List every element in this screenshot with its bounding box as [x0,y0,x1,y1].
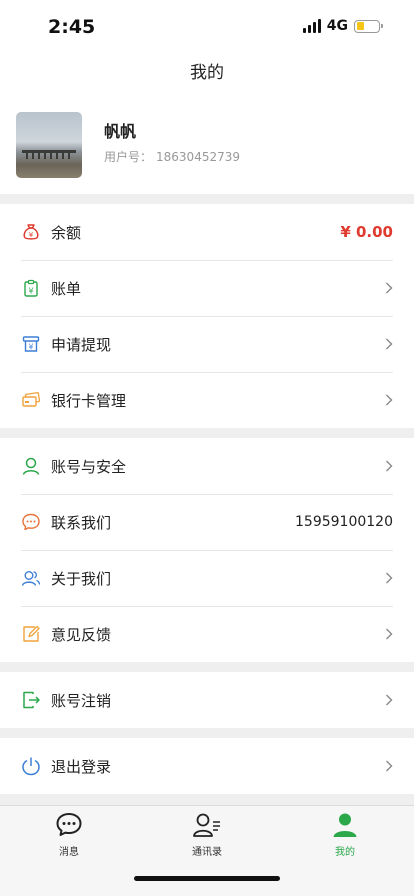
tab-mine-label: 我的 [335,847,355,858]
profile-name: 帆帆 [104,122,137,141]
contact-row[interactable]: 联系我们 15959100120 [0,494,414,550]
withdraw-row[interactable]: ¥ 申请提现 [0,316,414,372]
user-filled-icon [331,813,359,842]
bill-row[interactable]: ¥ 账单 [0,260,414,316]
contact-phone: 15959100120 [295,514,393,530]
tab-messages-label: 消息 [59,847,79,858]
chevron-right-icon [379,694,393,706]
logout-label: 退出登录 [51,757,112,776]
user-icon [21,456,41,476]
cancel-account-label: 账号注销 [51,691,112,710]
profile-card[interactable]: 帆帆 用户号： 18630452739 [0,90,414,194]
tab-contacts[interactable]: 通讯录 [167,812,247,858]
chevron-right-icon [379,394,393,406]
about-row[interactable]: 关于我们 [0,550,414,606]
about-label: 关于我们 [51,569,112,588]
moneybag-icon: ¥ [21,222,41,242]
security-label: 账号与安全 [51,457,127,476]
bankcard-row[interactable]: 银行卡管理 [0,372,414,428]
bill-icon: ¥ [21,278,41,298]
users-icon [21,568,41,588]
chevron-right-icon [379,460,393,472]
tab-messages[interactable]: 消息 [29,812,109,858]
status-time: 2:45 [48,16,96,38]
chevron-right-icon [379,572,393,584]
page-title: 我的 [0,56,414,90]
wallet-group: ¥ 余额 ¥ 0.00 ¥ 账单 ¥ 申请提现 银行卡管理 [0,204,414,428]
chevron-right-icon [379,338,393,350]
settings-group: 账号与安全 联系我们 15959100120 关于我们 意见反馈 [0,438,414,662]
uid-value: 18630452739 [156,150,240,164]
svg-text:¥: ¥ [29,231,34,239]
profile-uid: 用户号： 18630452739 [104,148,240,165]
uid-label: 用户号： [104,150,153,164]
exit-icon [21,690,41,710]
home-indicator [134,876,280,881]
chevron-right-icon [379,282,393,294]
svg-text:¥: ¥ [29,343,34,352]
signal-icon [302,19,321,33]
cancel-account-row[interactable]: 账号注销 [0,672,414,728]
power-icon [21,756,41,776]
bankcard-icon [21,390,41,410]
bill-label: 账单 [51,279,82,298]
logout-row[interactable]: 退出登录 [0,738,414,794]
chevron-right-icon [379,628,393,640]
status-bar: 2:45 4G [0,0,414,56]
chevron-right-icon [379,760,393,772]
contact-label: 联系我们 [51,513,112,532]
chat-icon [55,813,83,842]
security-row[interactable]: 账号与安全 [0,438,414,494]
battery-icon [354,19,383,33]
status-indicators: 4G [302,18,383,34]
balance-label: 余额 [51,223,82,242]
tab-bar: 消息 通讯录 我的 [0,805,414,896]
svg-text:¥: ¥ [28,287,33,296]
network-type: 4G [326,18,348,34]
withdraw-label: 申请提现 [51,335,112,354]
logout-group: 退出登录 [0,738,414,794]
balance-row[interactable]: ¥ 余额 ¥ 0.00 [0,204,414,260]
withdraw-icon: ¥ [21,334,41,354]
contacts-icon [192,813,222,842]
account-cancel-group: 账号注销 [0,672,414,728]
chat-bubble-icon [21,512,41,532]
feedback-label: 意见反馈 [51,625,112,644]
bankcard-label: 银行卡管理 [51,391,127,410]
edit-icon [21,624,41,644]
balance-value: ¥ 0.00 [340,223,393,241]
feedback-row[interactable]: 意见反馈 [0,606,414,662]
tab-mine[interactable]: 我的 [305,812,385,858]
avatar[interactable] [16,112,82,178]
tab-contacts-label: 通讯录 [192,847,222,858]
